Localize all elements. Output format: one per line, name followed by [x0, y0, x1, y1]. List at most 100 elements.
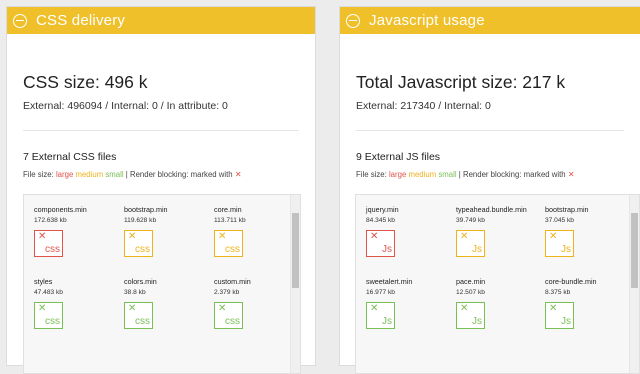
file-name: colors.min [124, 277, 157, 286]
legend-separator: | [125, 170, 128, 179]
legend-prefix: File size: [23, 170, 54, 179]
js-file-icon: ✕ Js [456, 302, 485, 329]
css-file-icon: ✕ css [214, 302, 243, 329]
scrollbar-thumb[interactable] [631, 213, 638, 288]
file-size: 2.379 kb [214, 289, 240, 296]
divider [23, 130, 299, 131]
file-item[interactable]: bootstrap.min 119.628 kb ✕ css [124, 205, 204, 275]
file-name: bootstrap.min [545, 205, 589, 214]
file-size: 16.977 kb [366, 289, 395, 296]
javascript-usage-header[interactable]: Javascript usage [340, 7, 640, 34]
css-file-icon: ✕ css [34, 230, 63, 257]
divider [356, 130, 624, 131]
file-name: jquery.min [366, 205, 399, 214]
legend-small: small [105, 170, 124, 179]
file-size: 84.345 kb [366, 217, 395, 224]
minus-circle-icon[interactable] [13, 13, 27, 28]
file-name: core.min [214, 205, 242, 214]
js-file-icon: ✕ Js [366, 302, 395, 329]
css-file-icon: ✕ css [214, 230, 243, 257]
panel-title: CSS delivery [36, 12, 126, 29]
file-size: 113.711 kb [214, 217, 246, 224]
file-size: 39.749 kb [456, 217, 485, 224]
js-file-icon: ✕ Js [456, 230, 485, 257]
file-item[interactable]: jquery.min 84.345 kb ✕ Js [366, 205, 446, 275]
css-file-icon: ✕ css [124, 230, 153, 257]
css-size-heading: CSS size: 496 k [23, 72, 148, 92]
css-delivery-header[interactable]: CSS delivery [7, 7, 315, 34]
css-files-list[interactable]: components.min 172.638 kb ✕ css bootstra… [23, 194, 301, 374]
file-item[interactable]: typeahead.bundle.min 39.749 kb ✕ Js [456, 205, 536, 275]
js-files-list[interactable]: jquery.min 84.345 kb ✕ Js typeahead.bund… [355, 194, 640, 374]
javascript-usage-panel: Javascript usage Total Javascript size: … [339, 6, 640, 374]
file-item[interactable]: bootstrap.min 37.045 kb ✕ Js [545, 205, 625, 275]
file-item[interactable]: core.min 113.711 kb ✕ css [214, 205, 294, 275]
legend-medium: medium [408, 170, 437, 179]
js-files-scrollbar[interactable] [629, 195, 639, 373]
css-files-scrollbar[interactable] [290, 195, 300, 373]
x-mark-icon: ✕ [370, 303, 379, 314]
size-legend: File size: large medium small | Render b… [23, 170, 241, 179]
file-name: components.min [34, 205, 87, 214]
file-name: typeahead.bundle.min [456, 205, 527, 214]
file-extension: Js [382, 316, 392, 327]
file-extension: Js [472, 244, 482, 255]
file-item[interactable]: sweetalert.min 16.977 kb ✕ Js [366, 277, 446, 347]
x-mark-icon: ✕ [370, 231, 379, 242]
file-extension: css [45, 244, 60, 255]
x-mark-icon: ✕ [128, 231, 137, 242]
file-name: pace.min [456, 277, 486, 286]
legend-render-blocking: Render blocking: marked with [462, 170, 566, 179]
file-extension: css [45, 316, 60, 327]
file-size: 172.638 kb [34, 217, 67, 224]
file-item[interactable]: components.min 172.638 kb ✕ css [34, 205, 114, 275]
legend-render-blocking: Render blocking: marked with [129, 170, 233, 179]
css-file-icon: ✕ css [34, 302, 63, 329]
css-size-breakdown: External: 496094 / Internal: 0 / In attr… [23, 100, 228, 112]
file-extension: css [135, 244, 150, 255]
file-item[interactable]: pace.min 12.507 kb ✕ Js [456, 277, 536, 347]
file-size: 12.507 kb [456, 289, 485, 296]
file-item[interactable]: core-bundle.min 8.375 kb ✕ Js [545, 277, 625, 347]
js-file-count: 9 External JS files [356, 151, 441, 163]
x-mark-icon: ✕ [218, 303, 227, 314]
x-mark-icon: ✕ [234, 170, 242, 179]
x-mark-icon: ✕ [460, 231, 469, 242]
file-size: 119.628 kb [124, 217, 157, 224]
js-size-heading: Total Javascript size: 217 k [356, 72, 566, 92]
x-mark-icon: ✕ [128, 303, 137, 314]
x-mark-icon: ✕ [38, 231, 47, 242]
file-extension: css [135, 316, 150, 327]
legend-large: large [55, 170, 74, 179]
js-size-breakdown: External: 217340 / Internal: 0 [356, 100, 491, 112]
legend-prefix: File size: [356, 170, 387, 179]
file-extension: Js [561, 244, 571, 255]
x-mark-icon: ✕ [460, 303, 469, 314]
js-file-icon: ✕ Js [545, 230, 574, 257]
panel-title: Javascript usage [369, 12, 485, 29]
minus-circle-icon[interactable] [346, 13, 360, 28]
x-mark-icon: ✕ [218, 231, 227, 242]
x-mark-icon: ✕ [549, 231, 558, 242]
js-file-icon: ✕ Js [366, 230, 395, 257]
legend-large: large [388, 170, 407, 179]
css-file-count: 7 External CSS files [23, 151, 117, 163]
file-item[interactable]: colors.min 38.8 kb ✕ css [124, 277, 204, 347]
file-extension: Js [561, 316, 571, 327]
css-file-icon: ✕ css [124, 302, 153, 329]
file-item[interactable]: styles 47.483 kb ✕ css [34, 277, 114, 347]
file-name: bootstrap.min [124, 205, 168, 214]
file-name: core-bundle.min [545, 277, 597, 286]
file-size: 47.483 kb [34, 289, 63, 296]
file-item[interactable]: custom.min 2.379 kb ✕ css [214, 277, 294, 347]
css-delivery-panel: CSS delivery CSS size: 496 k External: 4… [6, 6, 316, 374]
file-name: sweetalert.min [366, 277, 413, 286]
file-size: 38.8 kb [124, 289, 146, 296]
legend-medium: medium [75, 170, 104, 179]
file-extension: css [225, 244, 240, 255]
js-file-icon: ✕ Js [545, 302, 574, 329]
file-name: custom.min [214, 277, 251, 286]
legend-separator: | [458, 170, 461, 179]
file-size: 37.045 kb [545, 217, 574, 224]
scrollbar-thumb[interactable] [292, 213, 299, 288]
